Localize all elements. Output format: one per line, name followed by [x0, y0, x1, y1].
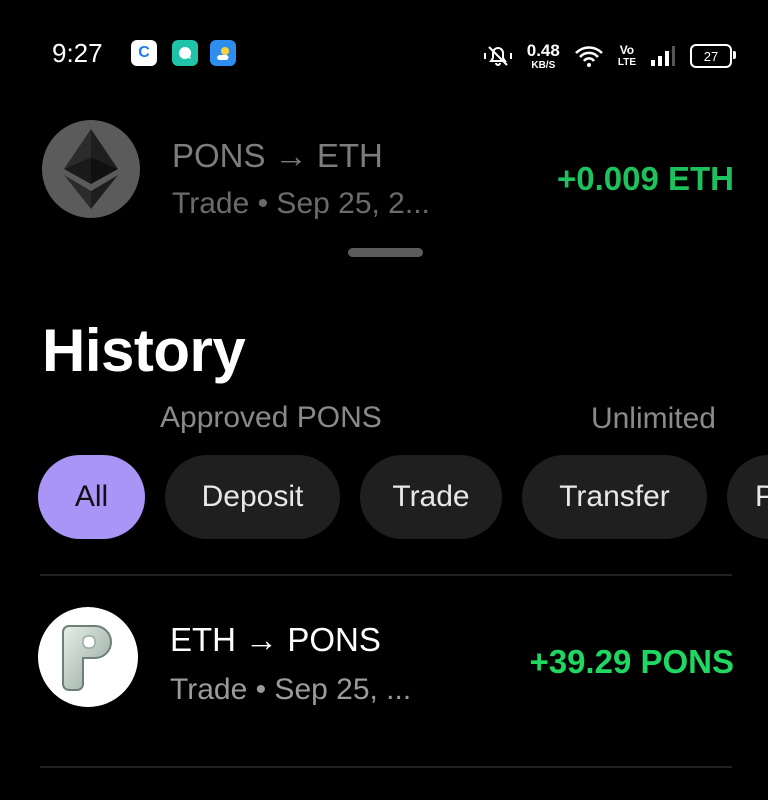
sheet-drag-handle[interactable]: [348, 248, 423, 257]
approval-label: Approved PONS: [160, 401, 382, 434]
battery-level: 27: [703, 48, 719, 64]
transaction-title: ETH → PONS: [170, 621, 381, 658]
mute-icon: [483, 43, 513, 69]
ethereum-icon: [42, 120, 140, 218]
peek-transaction-amount: +0.009 ETH: [556, 160, 734, 197]
filter-chip-transfer[interactable]: Transfer: [522, 455, 707, 539]
battery-icon: 27: [690, 44, 736, 68]
divider: [40, 574, 732, 576]
peek-transaction-subtitle: Trade • Sep 25, 2...: [172, 187, 430, 220]
chat-notification-icon: [172, 40, 198, 66]
filter-chip-deposit[interactable]: Deposit: [165, 455, 340, 539]
network-speed: 0.48 KB/S: [527, 42, 560, 71]
filter-chip-all[interactable]: All: [38, 455, 145, 539]
volte-bottom: LTE: [617, 57, 636, 68]
peek-transaction-title: PONS → ETH: [172, 137, 383, 174]
wifi-icon: [574, 44, 604, 68]
volte-top: Vo: [619, 43, 635, 57]
approval-row: Approved PONS Unlimited: [0, 395, 768, 445]
volte-indicator: Vo LTE: [618, 44, 636, 68]
status-time: 9:27: [52, 38, 103, 68]
transaction-subtitle: Trade • Sep 25, ...: [170, 673, 412, 706]
approval-value: Unlimited: [590, 402, 716, 435]
transaction-amount: +39.29 PONS: [529, 643, 734, 680]
status-indicators: 0.48 KB/S Vo LTE 27: [469, 36, 736, 76]
divider: [40, 766, 732, 768]
app-notification-icon: C: [131, 40, 157, 66]
transaction-row[interactable]: ETH → PONS Trade • Sep 25, ... +39.29 PO…: [0, 595, 768, 725]
pons-token-icon: [38, 607, 138, 707]
weather-notification-icon: [210, 40, 236, 66]
filter-chip-more[interactable]: P: [727, 455, 768, 539]
status-bar: 9:27 C 0.48 KB/S Vo LTE 27: [0, 0, 768, 100]
network-speed-unit: KB/S: [531, 59, 556, 71]
filter-chip-trade[interactable]: Trade: [360, 455, 502, 539]
page-title: History: [42, 317, 246, 384]
signal-icon: [650, 45, 676, 67]
network-speed-value: 0.48: [526, 40, 560, 60]
peek-transaction-row[interactable]: PONS → ETH Trade • Sep 25, 2... +0.009 E…: [0, 115, 768, 235]
filter-chips: All Deposit Trade Transfer P: [0, 455, 768, 540]
